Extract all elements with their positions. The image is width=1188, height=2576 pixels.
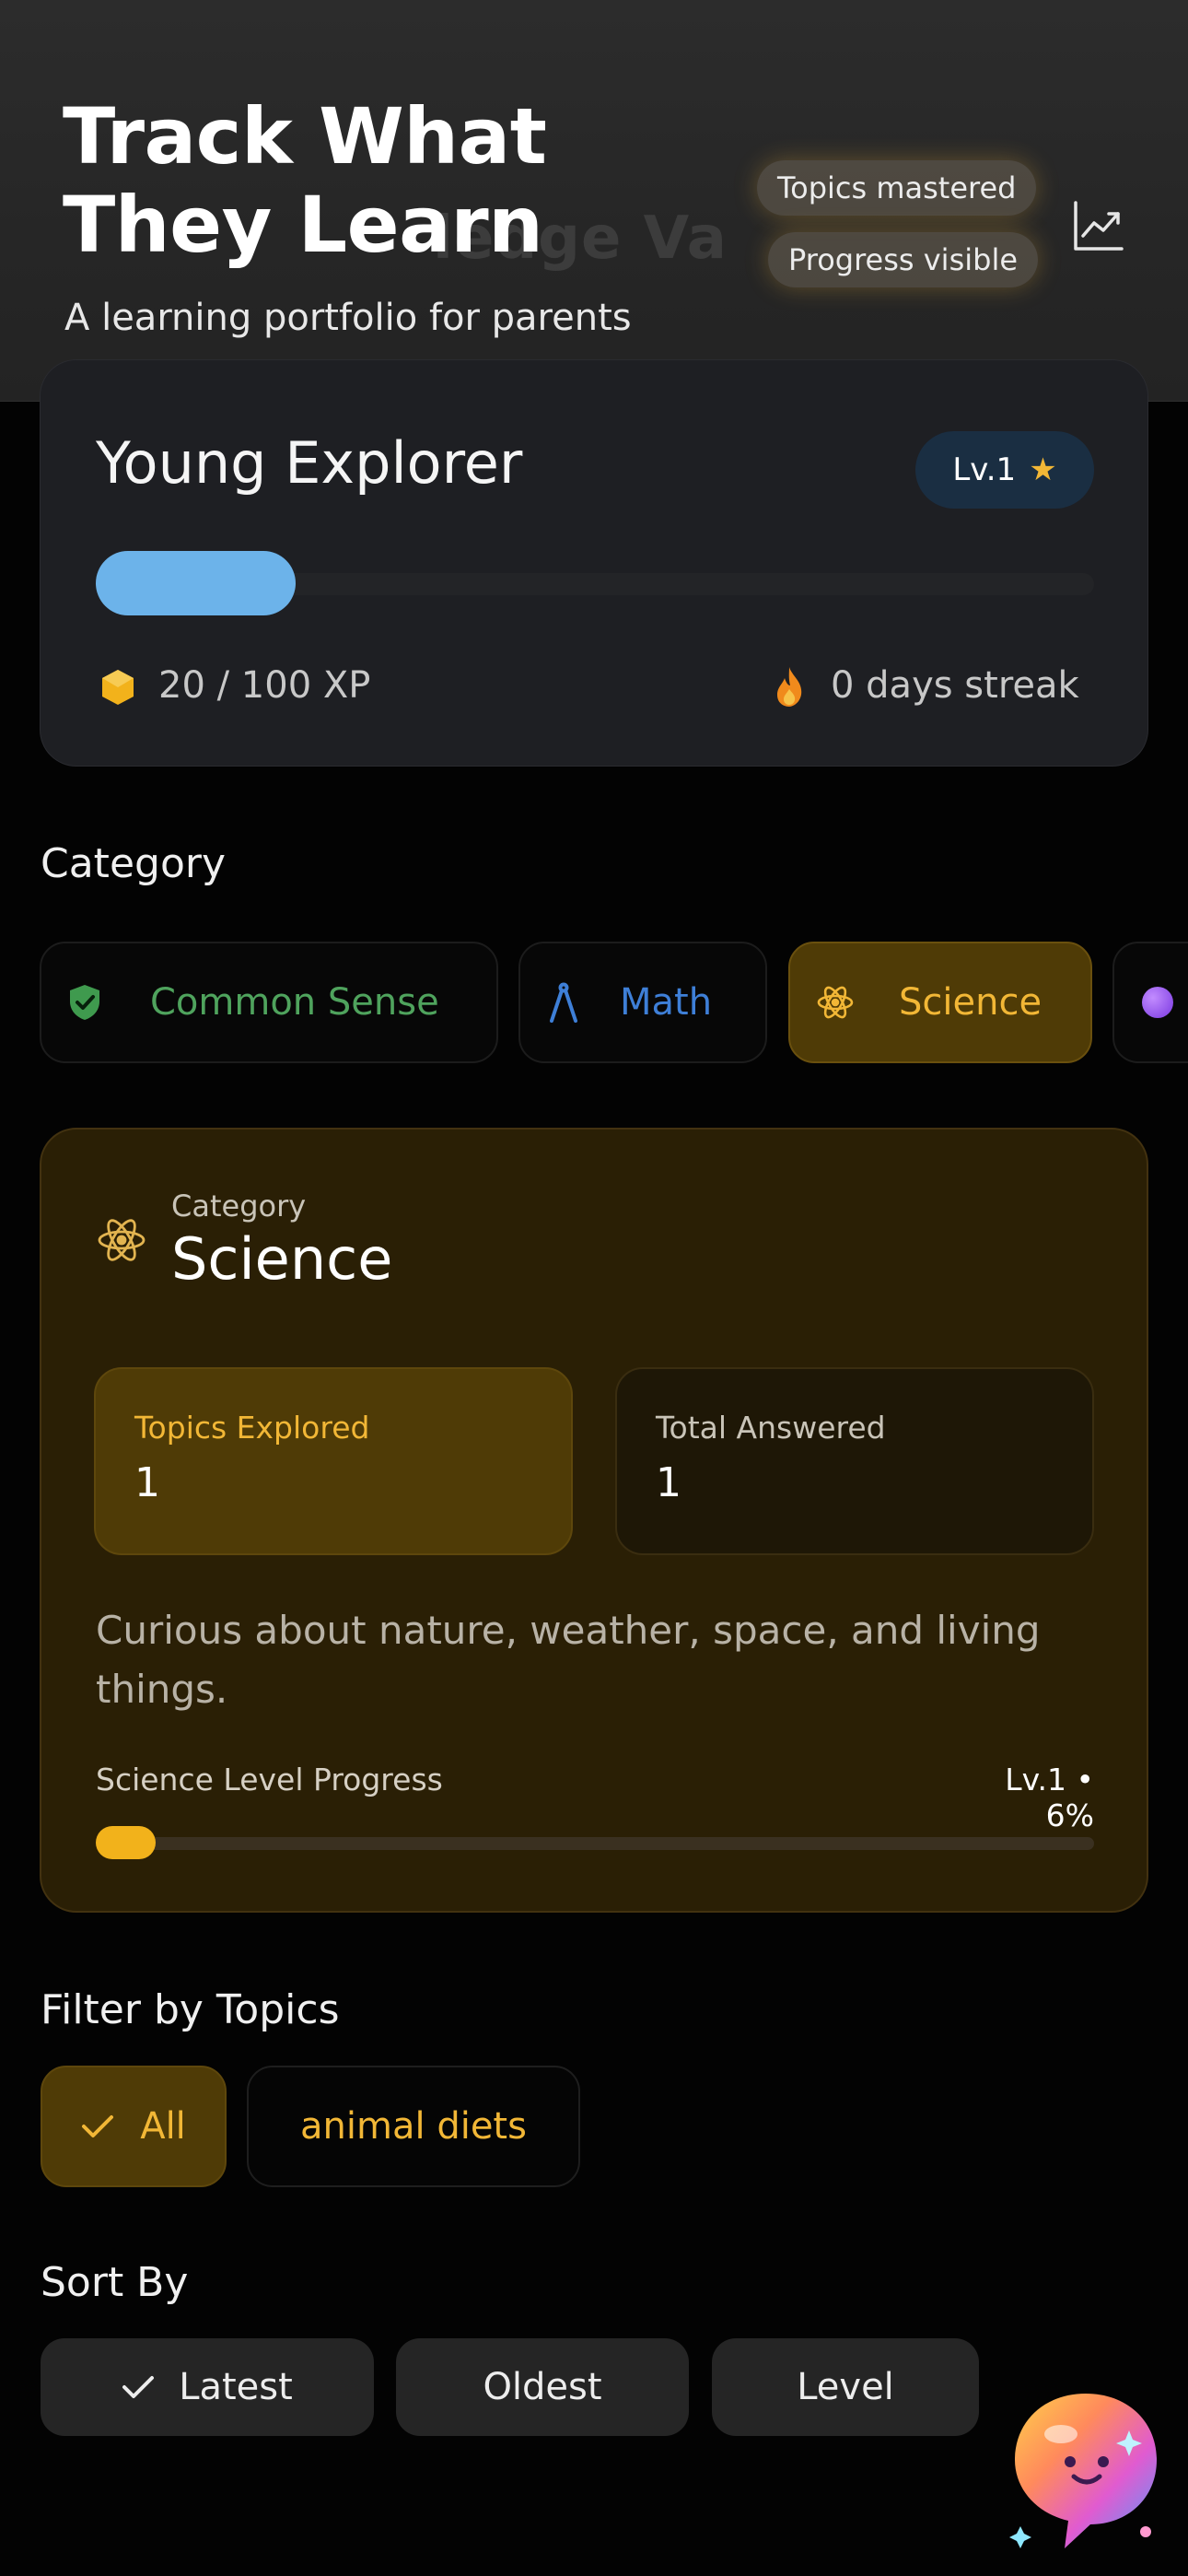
progress-visible-chip: Progress visible	[768, 232, 1039, 287]
tab-science-label: Science	[899, 981, 1042, 1024]
sort-level-label: Level	[797, 2366, 894, 2408]
flame-icon	[777, 667, 802, 707]
filter-chip-animal-diets[interactable]: animal diets	[247, 2066, 580, 2187]
atom-icon	[817, 986, 854, 1019]
topics-explored-value: 1	[134, 1459, 160, 1506]
filter-chip-all[interactable]: All	[41, 2066, 227, 2187]
tab-common-sense[interactable]: Common Sense	[40, 942, 498, 1063]
atom-icon	[98, 1219, 146, 1261]
level-progress-label: Science Level Progress	[96, 1762, 443, 1797]
topics-mastered-chip: Topics mastered	[757, 160, 1037, 216]
level-progress-value: Lv.1 • 6%	[1005, 1762, 1094, 1833]
sort-section-label: Sort By	[41, 2259, 189, 2306]
card-title: Science	[171, 1225, 393, 1293]
card-kicker: Category	[171, 1188, 307, 1224]
level-progress-track	[96, 1837, 1094, 1850]
tab-math[interactable]: Math	[518, 942, 767, 1063]
xp-progress-fill	[96, 551, 296, 615]
star-icon: ★	[1029, 451, 1057, 488]
checkmark-icon	[122, 2376, 155, 2398]
trending-chart-icon	[1074, 201, 1124, 251]
level-progress-fill	[96, 1826, 156, 1859]
sort-oldest-button[interactable]: Oldest	[396, 2338, 689, 2436]
tab-math-label: Math	[620, 981, 713, 1024]
purple-orb-icon	[1142, 987, 1173, 1018]
streak-text: 0 days streak	[831, 664, 1079, 707]
total-answered-label: Total Answered	[656, 1410, 886, 1446]
filter-chip-animal-diets-label: animal diets	[300, 2105, 527, 2148]
topics-explored-stat	[94, 1367, 573, 1555]
level-badge: Lv.1 ★	[915, 431, 1094, 509]
sort-latest-button[interactable]: Latest	[41, 2338, 374, 2436]
topics-explored-label: Topics Explored	[134, 1410, 370, 1446]
category-section-label: Category	[41, 840, 226, 887]
tab-more-category[interactable]	[1112, 942, 1188, 1063]
xp-text: 20 / 100 XP	[158, 664, 371, 707]
sort-latest-label: Latest	[179, 2366, 293, 2408]
checkmark-icon	[82, 2115, 114, 2137]
tab-common-sense-label: Common Sense	[150, 981, 439, 1024]
shield-check-icon	[70, 985, 99, 1020]
tab-science[interactable]: Science	[788, 942, 1092, 1063]
xp-hexagon-icon	[102, 670, 134, 705]
total-answered-value: 1	[656, 1459, 681, 1506]
hero-title: Track What They Learn	[63, 91, 547, 270]
filter-chip-all-label: All	[140, 2105, 186, 2148]
sort-level-button[interactable]: Level	[712, 2338, 979, 2436]
sort-oldest-label: Oldest	[483, 2366, 602, 2408]
profile-name: Young Explorer	[96, 429, 523, 497]
category-description: Curious about nature, weather, space, an…	[96, 1608, 1041, 1712]
hero-subtitle: A learning portfolio for parents	[64, 297, 632, 339]
total-answered-stat	[615, 1367, 1094, 1555]
level-badge-label: Lv.1	[952, 451, 1017, 488]
mascot-bubble-icon[interactable]	[1007, 2386, 1164, 2561]
filter-section-label: Filter by Topics	[41, 1986, 340, 2033]
compass-icon	[550, 982, 577, 1023]
